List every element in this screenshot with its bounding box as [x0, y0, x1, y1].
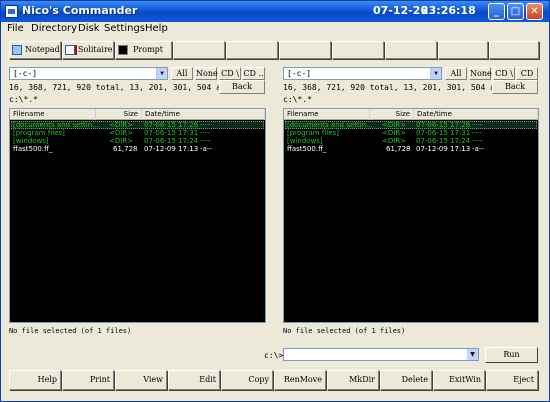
right-path: c:\*.*	[283, 95, 312, 104]
view-button[interactable]: View	[115, 370, 167, 390]
console-icon	[118, 45, 128, 55]
toolbar-slot-7[interactable]	[332, 41, 384, 59]
toolbar-slot-5[interactable]	[226, 41, 278, 59]
toolbar-slot-8[interactable]	[385, 41, 437, 59]
menu-disk[interactable]: Disk	[78, 22, 99, 36]
print-button[interactable]: Print	[62, 370, 114, 390]
left-select-none-button[interactable]: None	[195, 67, 218, 80]
left-cd-root-button[interactable]: CD \	[219, 67, 241, 80]
app-window: Nico's Commander 07-12-26 23:26:18 _ □ ✕…	[0, 0, 550, 402]
right-panel-controls: [-c-] ▼ All None CD \ CD ..	[283, 67, 543, 89]
right-select-all-button[interactable]: All	[445, 67, 467, 80]
toolbar-slot-10[interactable]	[489, 41, 539, 59]
maximize-button[interactable]: □	[507, 3, 524, 20]
clock-time: 23:26:18	[421, 4, 476, 17]
renmove-button[interactable]: RenMove	[274, 370, 326, 390]
table-row[interactable]: [windows] <DIR> 07-06-15 17:24 ----	[285, 137, 537, 145]
menu-help[interactable]: Help	[145, 22, 168, 36]
toolbar-slot-6[interactable]	[279, 41, 331, 59]
menu-file[interactable]: File	[7, 22, 24, 36]
command-prompt-label: c:\>	[264, 351, 284, 360]
notepad-button[interactable]: Notepad	[9, 41, 61, 59]
left-cd-up-button[interactable]: CD ..	[242, 67, 265, 80]
function-key-bar: Help Print View Edit Copy RenMove MkDir …	[9, 370, 539, 391]
table-row[interactable]: [documents and settin... <DIR> 07-06-15 …	[285, 121, 537, 129]
toolbar-slot-9[interactable]	[438, 41, 488, 59]
right-cd-root-button[interactable]: CD \	[493, 67, 515, 80]
left-drive-select[interactable]: [-c-] ▼	[9, 67, 168, 80]
chevron-down-icon[interactable]: ▼	[156, 68, 167, 79]
cards-icon	[65, 45, 75, 55]
menu-settings[interactable]: Settings	[104, 22, 145, 36]
right-file-list[interactable]: Filename Size Date/time [documents and s…	[283, 108, 539, 323]
edit-button[interactable]: Edit	[168, 370, 220, 390]
right-cd-up-button[interactable]: CD ..	[516, 67, 538, 89]
clock-date: 07-12-26	[373, 4, 429, 17]
column-date[interactable]: Date/time	[414, 109, 538, 120]
column-filename[interactable]: Filename	[10, 109, 96, 120]
table-row[interactable]: [program files] <DIR> 07-06-15 17:31 ---…	[285, 129, 537, 137]
right-select-none-button[interactable]: None	[469, 67, 492, 80]
app-icon[interactable]	[5, 5, 18, 18]
exitwin-button[interactable]: ExitWin	[433, 370, 485, 390]
mkdir-button[interactable]: MkDir	[327, 370, 379, 390]
command-input[interactable]: ▼	[283, 348, 479, 361]
left-file-list[interactable]: Filename Size Date/time [documents and s…	[9, 108, 266, 323]
table-row[interactable]: [program files] <DIR> 07-06-15 17:31 ---…	[11, 129, 264, 137]
prompt-button[interactable]: Prompt	[115, 41, 172, 59]
right-drive-select[interactable]: [-c-] ▼	[283, 67, 442, 80]
chevron-down-icon[interactable]: ▼	[467, 349, 478, 360]
left-select-all-button[interactable]: All	[171, 67, 193, 80]
chevron-down-icon[interactable]: ▼	[430, 68, 441, 79]
column-date[interactable]: Date/time	[142, 109, 265, 120]
left-back-button[interactable]: Back	[219, 80, 265, 94]
minimize-button[interactable]: _	[488, 3, 505, 20]
left-list-header: Filename Size Date/time	[10, 109, 265, 120]
table-row[interactable]: [documents and settin... <DIR> 07-06-15 …	[11, 121, 264, 129]
column-size[interactable]: Size	[96, 109, 142, 120]
help-button[interactable]: Help	[9, 370, 61, 390]
left-status: No file selected (of 1 files)	[9, 327, 132, 335]
table-row[interactable]: ffast500.ff_ 61,728 07-12-09 17:13 -a--	[285, 145, 537, 153]
right-list-header: Filename Size Date/time	[284, 109, 538, 120]
left-panel-controls: [-c-] ▼ All None CD \ CD ..	[9, 67, 269, 81]
left-path: c:\*.*	[9, 95, 38, 104]
title-bar[interactable]: Nico's Commander 07-12-26 23:26:18 _ □ ✕	[1, 1, 549, 22]
solitaire-button[interactable]: Solitaire	[62, 41, 114, 59]
delete-button[interactable]: Delete	[380, 370, 432, 390]
toolbar-slot-4[interactable]	[173, 41, 225, 59]
menu-directory[interactable]: Directory	[31, 22, 77, 36]
copy-button[interactable]: Copy	[221, 370, 273, 390]
column-filename[interactable]: Filename	[284, 109, 370, 120]
right-status: No file selected (of 1 files)	[283, 327, 406, 335]
column-size[interactable]: Size	[370, 109, 414, 120]
window-title: Nico's Commander	[22, 4, 138, 17]
eject-button[interactable]: Eject	[486, 370, 538, 390]
right-back-button[interactable]: Back	[492, 80, 538, 94]
toolbar: Notepad Solitaire Prompt	[9, 41, 539, 60]
notepad-icon	[12, 45, 22, 55]
menu-bar: File Directory Disk Settings Help	[1, 22, 549, 36]
close-button[interactable]: ✕	[526, 3, 543, 20]
run-button[interactable]: Run	[485, 347, 538, 363]
table-row[interactable]: [windows] <DIR> 07-06-15 17:24 ----	[11, 137, 264, 145]
table-row[interactable]: ffast500.ff_ 61,728 07-12-09 17:13 -a--	[11, 145, 264, 153]
